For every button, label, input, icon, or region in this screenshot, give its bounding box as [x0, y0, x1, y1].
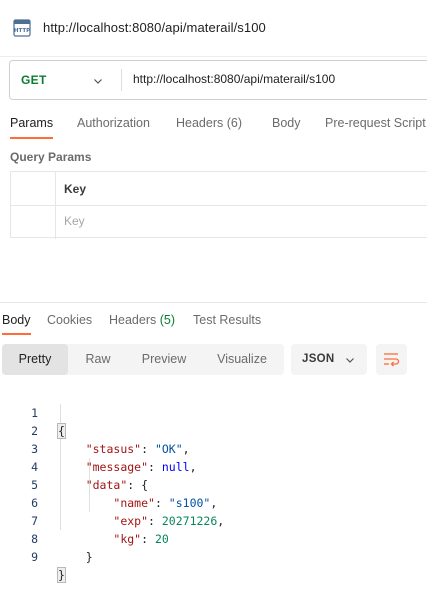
code-content: }: [58, 548, 93, 566]
method-select[interactable]: GET: [21, 73, 47, 87]
code-line: 8 }: [0, 512, 427, 564]
key-input[interactable]: Key: [64, 214, 85, 228]
language-select[interactable]: JSON: [291, 344, 367, 375]
code-line: 7 "kg": 20: [0, 494, 427, 546]
response-tab-test-results[interactable]: Test Results: [193, 313, 261, 327]
chevron-down-icon[interactable]: [92, 75, 104, 87]
wrap-lines-icon: [384, 353, 400, 367]
response-body-editor[interactable]: 1 { 2 "stasus": "OK", 3 "message": null,…: [0, 386, 427, 583]
close-brace: }: [57, 567, 66, 583]
params-empty-row: Key: [11, 206, 427, 239]
code-line: 9 }: [0, 530, 427, 583]
code-content: }: [57, 566, 66, 584]
code-line: 1 {: [0, 386, 427, 439]
language-select-label: JSON: [302, 353, 335, 365]
format-raw-button[interactable]: Raw: [68, 344, 128, 375]
code-line: 6 "exp": 20271226,: [0, 476, 427, 528]
format-selector: Pretty Raw Preview Visualize: [2, 344, 284, 375]
tab-authorization[interactable]: Authorization: [77, 116, 150, 130]
headers-count: (5): [159, 313, 176, 327]
tab-params[interactable]: Params: [10, 116, 54, 139]
format-preview-button[interactable]: Preview: [128, 344, 200, 375]
response-divider: [0, 302, 427, 303]
url-divider: [121, 69, 122, 91]
tab-headers[interactable]: Headers (6): [176, 116, 242, 130]
line-number: 9: [31, 550, 38, 564]
tab-pre-request-script[interactable]: Pre-request Script: [325, 116, 426, 130]
code-line: 2 "stasus": "OK",: [0, 404, 427, 456]
response-tab-headers[interactable]: Headers (5): [109, 313, 175, 327]
params-header-row: Key: [11, 172, 427, 206]
request-title-bar: HTTP http://localhost:8080/api/materail/…: [0, 0, 427, 57]
request-title[interactable]: http://localhost:8080/api/materail/s100: [43, 20, 266, 35]
format-visualize-button[interactable]: Visualize: [200, 344, 284, 375]
http-file-icon: HTTP: [13, 19, 31, 37]
key-column-header: Key: [64, 182, 87, 196]
code-line: 4 "data": {: [0, 440, 427, 492]
format-pretty-button[interactable]: Pretty: [2, 344, 68, 375]
column-divider: [55, 172, 56, 205]
response-tabs: Body Cookies Headers (5) Test Results: [0, 312, 427, 336]
tab-body[interactable]: Body: [272, 116, 301, 130]
chevron-down-icon: [346, 358, 354, 363]
request-tabs: Params Authorization Headers (6) Body Pr…: [0, 112, 427, 140]
code-line: 3 "message": null,: [0, 422, 427, 474]
response-tab-cookies[interactable]: Cookies: [47, 313, 92, 327]
svg-text:HTTP: HTTP: [14, 28, 30, 34]
close-brace: }: [85, 550, 93, 564]
url-input[interactable]: http://localhost:8080/api/materail/s100: [133, 72, 335, 86]
response-tab-headers-label: Headers: [109, 313, 157, 327]
query-params-label: Query Params: [10, 150, 92, 164]
url-bar: GET http://localhost:8080/api/materail/s…: [9, 60, 427, 100]
column-divider: [55, 206, 56, 239]
query-params-table: Key Key: [10, 171, 427, 239]
code-line: 5 "name": "s100",: [0, 458, 427, 510]
wrap-lines-button[interactable]: [376, 344, 407, 375]
response-tab-body[interactable]: Body: [2, 313, 31, 335]
